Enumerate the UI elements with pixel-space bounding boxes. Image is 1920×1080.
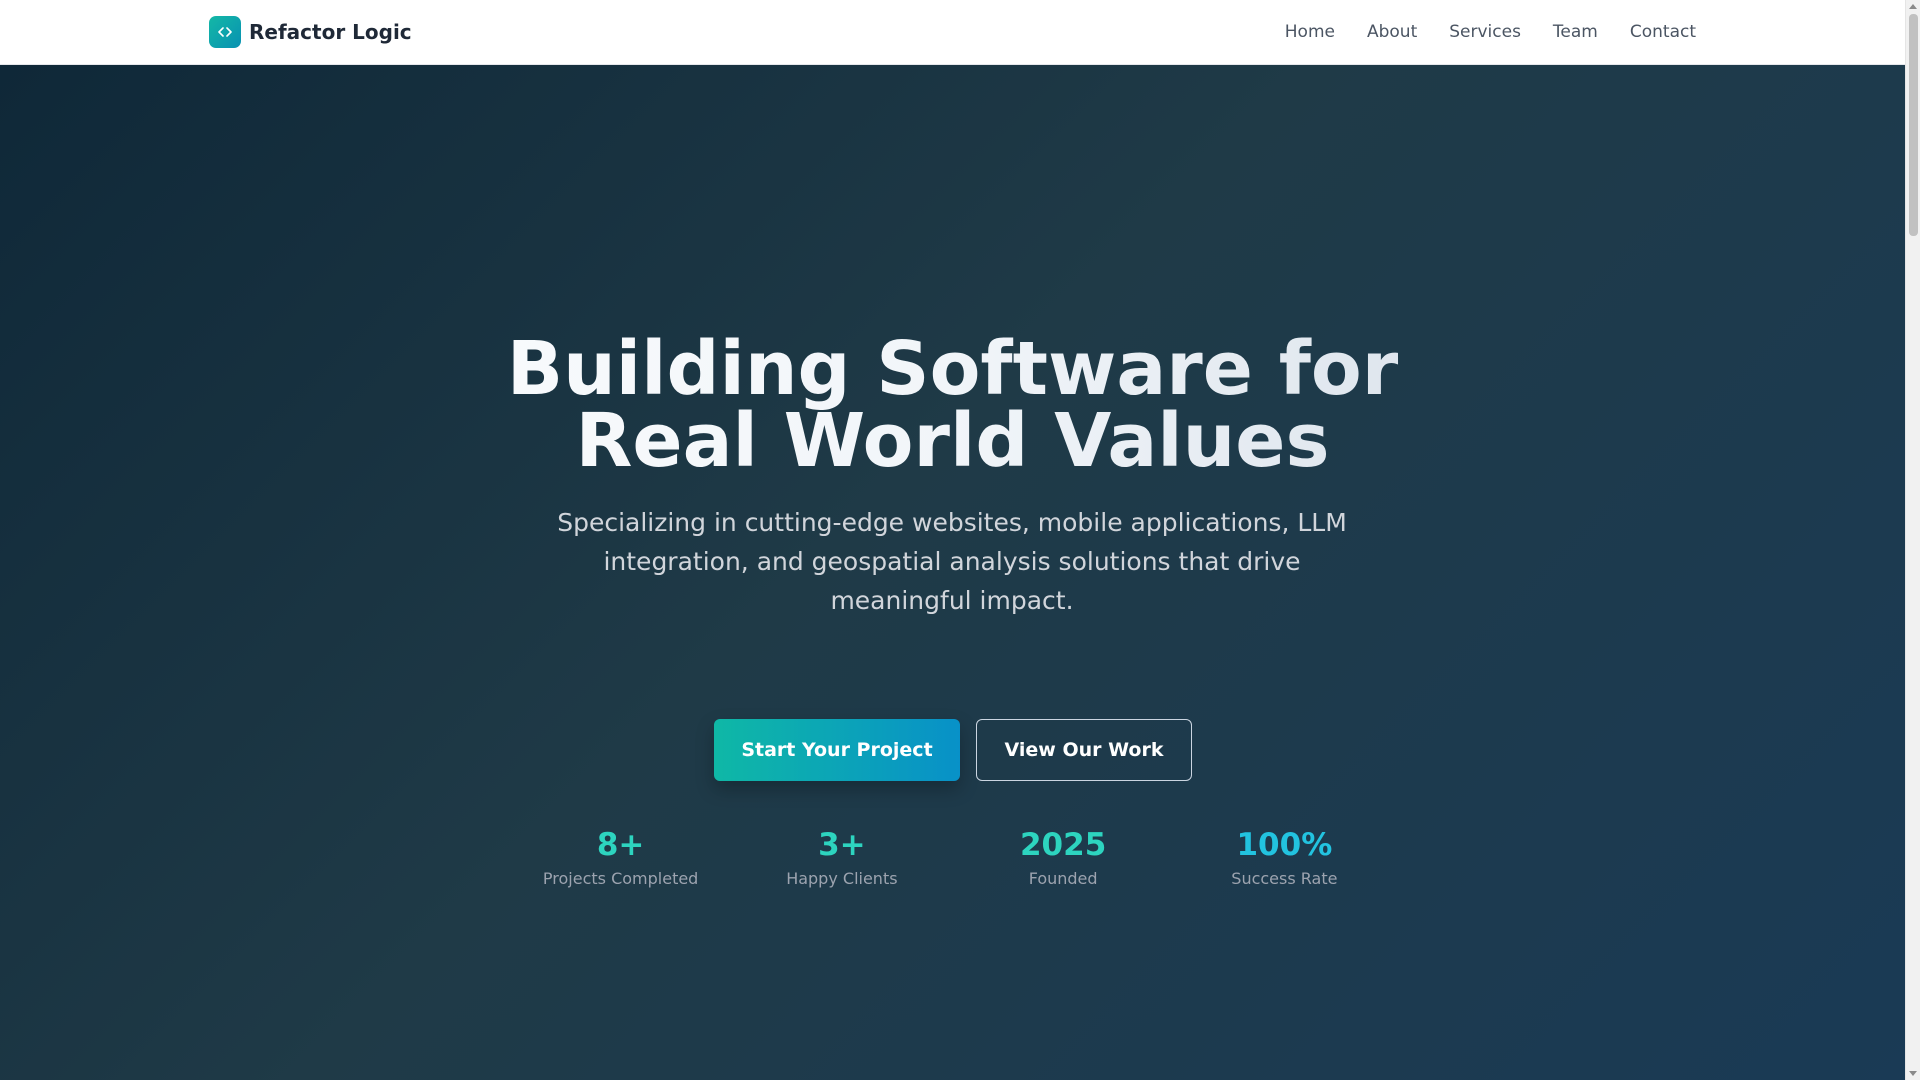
stat-success: 100% Success Rate <box>1174 825 1395 888</box>
nav-link-about[interactable]: About <box>1367 20 1417 44</box>
brand-name: Refactor Logic <box>249 20 412 44</box>
stat-value: 2025 <box>1019 827 1107 863</box>
page-scrollbar[interactable] <box>1905 0 1920 1080</box>
stat-value: 3+ <box>818 827 866 863</box>
stat-founded: 2025 Founded <box>953 825 1174 888</box>
nav-link-home[interactable]: Home <box>1285 20 1335 44</box>
stat-value: 8+ <box>596 827 645 863</box>
nav-links: Home About Services Team Contact <box>1285 20 1696 44</box>
hero-title-line2: Real World Values <box>575 398 1330 484</box>
page: Refactor Logic Home About Services Team … <box>0 0 1905 1080</box>
view-work-button[interactable]: View Our Work <box>976 719 1192 781</box>
stat-value: 100% <box>1236 827 1333 863</box>
nav-link-contact[interactable]: Contact <box>1630 20 1696 44</box>
code-icon <box>209 16 241 48</box>
stat-projects: 8+ Projects Completed <box>510 825 731 888</box>
nav-link-services[interactable]: Services <box>1449 20 1521 44</box>
navbar: Refactor Logic Home About Services Team … <box>0 0 1905 65</box>
hero-subtitle: Specializing in cutting-edge websites, m… <box>557 508 1347 615</box>
hero-buttons: Start Your Project View Our Work <box>714 719 1192 781</box>
stat-clients: 3+ Happy Clients <box>731 825 952 888</box>
stat-label: Founded <box>1028 869 1098 888</box>
brand[interactable]: Refactor Logic <box>209 16 412 48</box>
stat-label: Happy Clients <box>786 869 898 888</box>
scroll-thumb[interactable] <box>1909 14 1918 236</box>
hero-section: Building Software for Real World Values … <box>0 65 1905 1080</box>
hero-title: Building Software for Real World Values <box>0 333 1905 477</box>
nav-link-team[interactable]: Team <box>1553 20 1598 44</box>
scroll-up-icon[interactable] <box>1909 4 1917 9</box>
stat-label: Success Rate <box>1231 869 1338 888</box>
scroll-down-icon[interactable] <box>1909 1071 1917 1076</box>
start-project-button[interactable]: Start Your Project <box>714 719 960 781</box>
stat-label: Projects Completed <box>542 869 699 888</box>
stats-row: 8+ Projects Completed 3+ Happy Clients 2… <box>510 825 1395 888</box>
